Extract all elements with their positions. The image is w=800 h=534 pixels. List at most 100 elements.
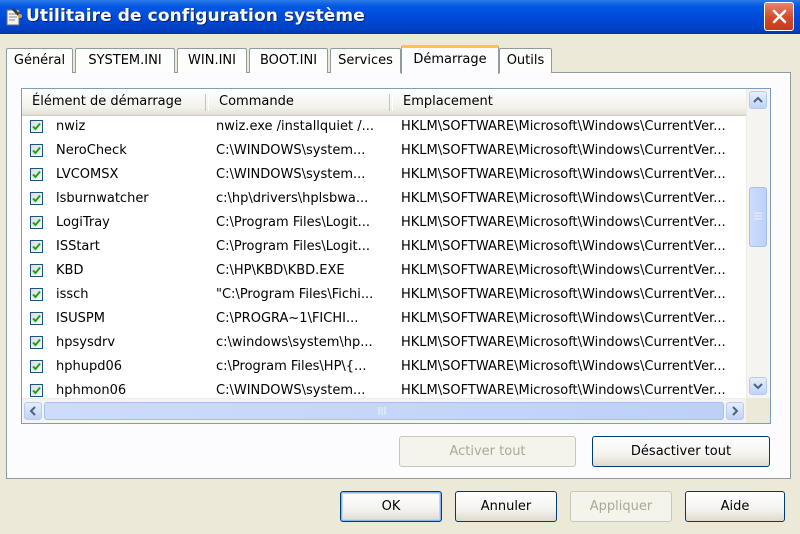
checkmark-icon [32, 242, 41, 251]
list-header: Élément de démarrage Commande Emplacemen… [22, 89, 746, 116]
startup-command: c:\hp\drivers\hplsbwa... [216, 191, 369, 206]
horizontal-scroll-thumb[interactable] [44, 402, 724, 420]
enable-checkbox[interactable] [30, 264, 43, 277]
scroll-down-button[interactable] [749, 377, 767, 395]
table-row[interactable]: LVCOMSX C:\WINDOWS\system... HKLM\SOFTWARE… [22, 164, 746, 188]
close-button[interactable] [764, 2, 794, 31]
startup-command: C:\WINDOWS\system... [216, 167, 366, 182]
startup-item-name: NeroCheck [56, 143, 127, 158]
table-row[interactable]: LogiTray C:\Program Files\Logit... HKLM\SO… [22, 212, 746, 236]
startup-item-name: LogiTray [56, 215, 110, 230]
startup-command: C:\HP\KBD\KBD.EXE [216, 263, 345, 278]
enable-checkbox[interactable] [30, 288, 43, 301]
column-header-command[interactable]: Commande [209, 89, 395, 115]
title-bar[interactable]: Utilitaire de configuration système [0, 0, 800, 34]
tab-win-ini[interactable]: WIN.INI [177, 48, 247, 73]
chevron-left-icon [29, 406, 36, 416]
table-row[interactable]: KBD C:\HP\KBD\KBD.EXE HKLM\SOFTWARE\Micros… [22, 260, 746, 284]
table-row[interactable]: issch "C:\Program Files\Fichi... HKLM\SOFT… [22, 284, 746, 308]
ok-button[interactable]: OK [340, 491, 442, 522]
startup-command: nwiz.exe /installquiet /... [216, 119, 375, 134]
vertical-scroll-thumb[interactable] [749, 187, 767, 247]
tab-tools[interactable]: Outils [499, 48, 552, 73]
list-rows: nwiz nwiz.exe /installquiet /... HKLM\SOFT… [22, 116, 746, 398]
enable-checkbox[interactable] [30, 384, 43, 397]
startup-item-name: ISStart [56, 239, 100, 254]
msconfig-app-icon [5, 7, 23, 27]
tab-services[interactable]: Services [330, 48, 401, 73]
enable-checkbox[interactable] [30, 336, 43, 349]
enable-checkbox[interactable] [30, 168, 43, 181]
enable-checkbox[interactable] [30, 312, 43, 325]
startup-item-name: LVCOMSX [56, 167, 119, 182]
checkmark-icon [32, 170, 41, 179]
startup-location: HKLM\SOFTWARE\Microsoft\Windows\CurrentV… [401, 359, 726, 374]
system-config-window: Utilitaire de configuration système Géné… [0, 0, 800, 534]
checkmark-icon [32, 146, 41, 155]
startup-command: C:\Program Files\Logit... [216, 239, 371, 254]
checkmark-icon [32, 218, 41, 227]
startup-location: HKLM\SOFTWARE\Microsoft\Windows\CurrentV… [401, 119, 726, 134]
apply-button[interactable]: Appliquer [570, 491, 672, 522]
startup-item-name: KBD [56, 263, 84, 278]
table-row[interactable]: lsburnwatcher c:\hp\drivers\hplsbwa... HKL… [22, 188, 746, 212]
startup-location: HKLM\SOFTWARE\Microsoft\Windows\CurrentV… [401, 239, 726, 254]
table-row[interactable]: hpsysdrv c:\windows\system\hp... HKLM\SOFT… [22, 332, 746, 356]
checkmark-icon [32, 338, 41, 347]
vertical-scrollbar[interactable] [746, 89, 770, 398]
startup-location: HKLM\SOFTWARE\Microsoft\Windows\CurrentV… [401, 191, 726, 206]
scroll-right-button[interactable] [726, 402, 744, 420]
startup-location: HKLM\SOFTWARE\Microsoft\Windows\CurrentV… [401, 167, 726, 182]
startup-item-name: hphupd06 [56, 359, 123, 374]
help-button[interactable]: Aide [685, 491, 785, 522]
enable-checkbox[interactable] [30, 240, 43, 253]
table-row[interactable]: ISStart C:\Program Files\Logit... HKLM\SOF… [22, 236, 746, 260]
chevron-down-icon [753, 383, 763, 390]
scroll-left-button[interactable] [24, 402, 42, 420]
tab-general[interactable]: Général [6, 48, 73, 73]
tab-startup[interactable]: Démarrage [401, 45, 499, 74]
startup-location: HKLM\SOFTWARE\Microsoft\Windows\CurrentV… [401, 335, 726, 350]
grip-icon [754, 212, 762, 220]
startup-command: C:\Program Files\Logit... [216, 215, 371, 230]
column-header-location[interactable]: Emplacement [393, 89, 743, 115]
startup-list[interactable]: Élément de démarrage Commande Emplacemen… [21, 88, 771, 424]
startup-location: HKLM\SOFTWARE\Microsoft\Windows\CurrentV… [401, 215, 726, 230]
checkmark-icon [32, 362, 41, 371]
enable-checkbox[interactable] [30, 192, 43, 205]
enable-all-button[interactable]: Activer tout [399, 436, 576, 467]
enable-checkbox[interactable] [30, 144, 43, 157]
startup-command: c:\windows\system\hp... [216, 335, 373, 350]
enable-checkbox[interactable] [30, 216, 43, 229]
table-row[interactable]: hphmon06 C:\WINDOWS\system... HKLM\SOFTWAR… [22, 380, 746, 398]
startup-command: C:\WINDOWS\system... [216, 383, 366, 398]
table-row[interactable]: nwiz nwiz.exe /installquiet /... HKLM\SOFT… [22, 116, 746, 140]
table-row[interactable]: NeroCheck C:\WINDOWS\system... HKLM\SOFTWA… [22, 140, 746, 164]
startup-item-name: hphmon06 [56, 383, 127, 398]
disable-all-button[interactable]: Désactiver tout [592, 436, 770, 467]
cancel-button[interactable]: Annuler [455, 491, 557, 522]
tab-system-ini[interactable]: SYSTEM.INI [75, 48, 175, 73]
grip-icon [378, 407, 386, 415]
checkmark-icon [32, 290, 41, 299]
close-icon [772, 9, 787, 24]
horizontal-scrollbar[interactable] [22, 398, 746, 423]
startup-location: HKLM\SOFTWARE\Microsoft\Windows\CurrentV… [401, 263, 726, 278]
startup-item-name: hpsysdrv [56, 335, 116, 350]
window-title: Utilitaire de configuration système [26, 6, 365, 26]
enable-checkbox[interactable] [30, 360, 43, 373]
checkmark-icon [32, 314, 41, 323]
startup-location: HKLM\SOFTWARE\Microsoft\Windows\CurrentV… [401, 311, 726, 326]
table-row[interactable]: ISUSPM C:\PROGRA~1\FICHI... HKLM\SOFTWARE\… [22, 308, 746, 332]
column-header-item[interactable]: Élément de démarrage [22, 89, 214, 115]
table-row[interactable]: hphupd06 c:\Program Files\HP\{... HKLM\SOF… [22, 356, 746, 380]
enable-checkbox[interactable] [30, 120, 43, 133]
tab-boot-ini[interactable]: BOOT.INI [249, 48, 328, 73]
startup-command: "C:\Program Files\Fichi... [216, 287, 374, 302]
startup-location: HKLM\SOFTWARE\Microsoft\Windows\CurrentV… [401, 383, 726, 398]
checkmark-icon [32, 266, 41, 275]
startup-location: HKLM\SOFTWARE\Microsoft\Windows\CurrentV… [401, 143, 726, 158]
scroll-up-button[interactable] [749, 91, 767, 109]
startup-command: C:\WINDOWS\system... [216, 143, 366, 158]
startup-item-name: ISUSPM [56, 311, 105, 326]
